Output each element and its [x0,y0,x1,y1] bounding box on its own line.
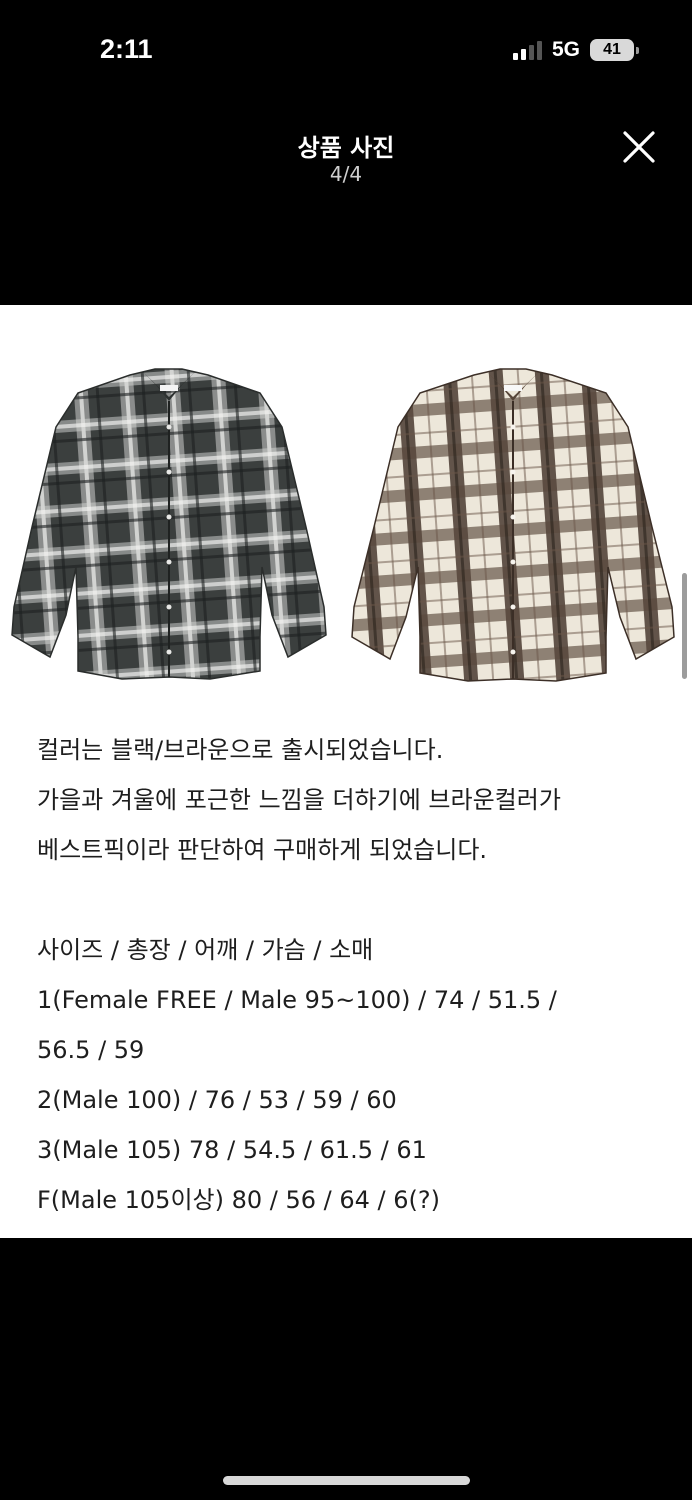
product-description: 컬러는 블랙/브라운으로 출시되었습니다. 가을과 겨울에 포근한 느낌을 더하… [37,725,667,1225]
screen: 2:11 5G 41 상품 사진 4/4 컬러는 블랙/브라운으로 출시되었습니… [0,0,692,1500]
image-counter: 4/4 [329,162,363,186]
black-check-shirt-image [11,368,327,680]
size-row: 1(Female FREE / Male 95~100) / 74 / 51.5… [37,986,557,1014]
home-indicator[interactable] [223,1476,470,1485]
status-indicators: 5G 41 [512,38,639,62]
product-image-panel[interactable]: 컬러는 블랙/브라운으로 출시되었습니다. 가을과 겨울에 포근한 느낌을 더하… [0,305,692,1238]
page-title: 상품 사진 [297,134,395,162]
size-table-header: 사이즈 / 총장 / 어깨 / 가슴 / 소매 [37,936,374,964]
description-line: 가을과 겨울에 포근한 느낌을 더하기에 브라운컬러가 [37,786,561,814]
network-type: 5G [551,38,580,61]
size-row: 3(Male 105) 78 / 54.5 / 61.5 / 61 [37,1136,427,1164]
description-line: 컬러는 블랙/브라운으로 출시되었습니다. [37,736,444,764]
close-button[interactable] [618,126,660,168]
status-time: 2:11 [100,34,153,64]
scroll-indicator[interactable] [682,573,687,679]
close-icon [623,131,655,163]
brown-check-shirt-image [351,368,675,682]
description-line: 베스트픽이라 판단하여 구매하게 되었습니다. [37,836,488,864]
size-row: 2(Male 100) / 76 / 53 / 59 / 60 [37,1086,397,1114]
size-row: 56.5 / 59 [37,1036,145,1064]
signal-icon [512,40,542,60]
size-row: F(Male 105이상) 80 / 56 / 64 / 6(?) [37,1186,440,1214]
battery-icon: 41 [590,39,639,61]
